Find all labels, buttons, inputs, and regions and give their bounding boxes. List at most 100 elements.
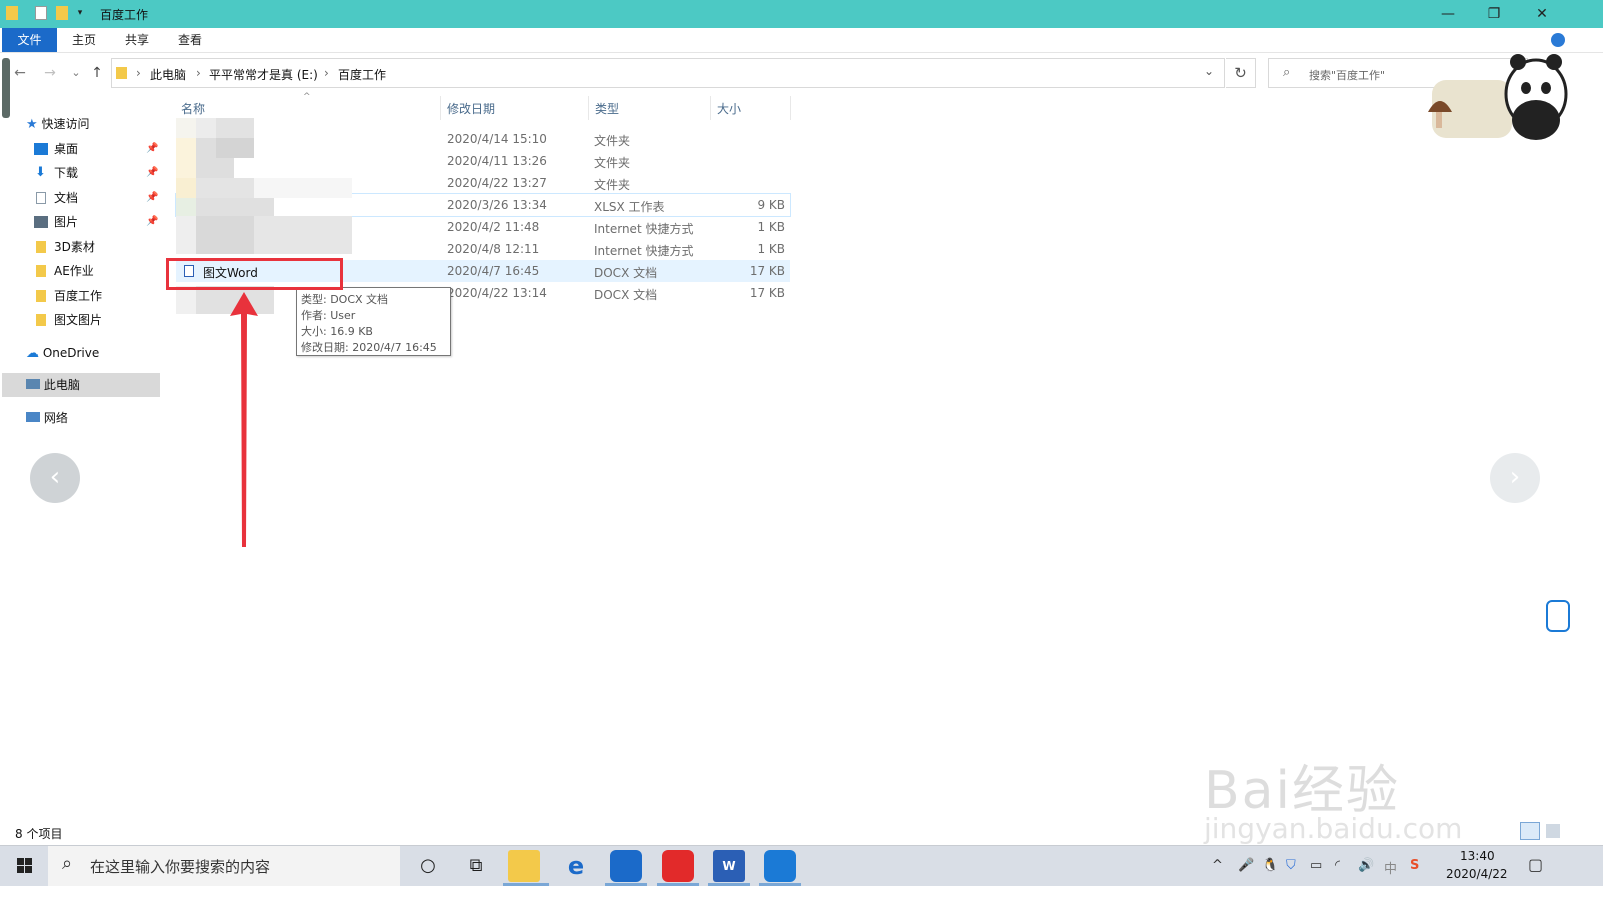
sidebar-item-downloads[interactable]: ⬇ 下载 📌	[34, 162, 160, 184]
refresh-button[interactable]: ↻	[1226, 58, 1256, 88]
search-input[interactable]: 搜索"百度工作"	[1309, 67, 1385, 83]
sidebar-label: 此电脑	[43, 378, 80, 392]
star-icon: ★	[26, 117, 38, 132]
maximize-button[interactable]: ❐	[1471, 3, 1517, 25]
file-type: DOCX 文档	[594, 266, 658, 280]
tooltip-modified: 修改日期: 2020/4/7 16:45	[301, 341, 437, 354]
previous-arrow-icon[interactable]: ‹	[30, 453, 80, 503]
large-icons-view-icon[interactable]	[1546, 824, 1560, 838]
file-type: XLSX 工作表	[594, 200, 665, 214]
column-divider[interactable]	[790, 96, 791, 120]
back-button[interactable]: ←	[10, 62, 30, 84]
start-button[interactable]	[0, 846, 48, 886]
taskbar: ⌕ 在这里输入你要搜索的内容 ○ ⧉ e W ^ 🎤 🐧 ⛉ ▭ ◜ 🔊 中 S…	[0, 845, 1603, 886]
tab-file[interactable]: 文件	[2, 28, 57, 52]
microphone-icon[interactable]: 🎤	[1238, 858, 1254, 873]
sidebar-label: AE作业	[54, 264, 94, 278]
breadcrumb-this-pc[interactable]: 此电脑	[150, 66, 186, 83]
tab-view[interactable]: 查看	[172, 28, 208, 52]
pin-icon[interactable]: 📌	[146, 138, 158, 160]
address-bar[interactable]: › 此电脑 › 平平常常才是真 (E:) › 百度工作 ⌄	[111, 58, 1225, 88]
sidebar-this-pc[interactable]: 此电脑	[26, 374, 80, 396]
wifi-icon[interactable]: ◜	[1335, 858, 1340, 873]
teamviewer-widget-icon[interactable]	[1546, 600, 1570, 632]
volume-icon[interactable]: 🔊	[1358, 858, 1374, 873]
tab-home[interactable]: 主页	[66, 28, 102, 52]
file-type: Internet 快捷方式	[594, 244, 694, 258]
sidebar-item-desktop[interactable]: 桌面 📌	[34, 138, 160, 160]
sidebar-label: OneDrive	[42, 346, 100, 360]
cloud-icon: ☁	[26, 346, 39, 361]
task-view-icon[interactable]: ⧉	[460, 850, 492, 882]
column-divider[interactable]	[588, 96, 589, 120]
taskbar-search-box[interactable]: ⌕ 在这里输入你要搜索的内容	[48, 846, 400, 886]
sidebar-item-image-text-pictures[interactable]: 图文图片	[34, 309, 160, 331]
folder-icon	[116, 67, 127, 79]
computer-icon	[26, 379, 40, 389]
next-arrow-icon[interactable]: ›	[1490, 453, 1540, 503]
details-view-icon[interactable]	[1520, 822, 1540, 840]
sidebar-item-baidu-work[interactable]: 百度工作	[34, 285, 160, 307]
title-bar: ▾ 百度工作 — ❐ ✕	[0, 0, 1603, 28]
pin-icon[interactable]: 📌	[146, 187, 158, 209]
column-header-size[interactable]: 大小	[717, 100, 741, 118]
qq-icon[interactable]: 🐧	[1262, 858, 1278, 873]
file-date: 2020/4/2 11:48	[447, 220, 540, 234]
sogou-input-icon[interactable]: S	[1410, 858, 1419, 873]
netease-music-icon[interactable]	[662, 850, 694, 882]
breadcrumb-drive-e[interactable]: 平平常常才是真 (E:)	[209, 66, 318, 83]
column-divider[interactable]	[440, 96, 441, 120]
notification-center-icon[interactable]: ▢	[1528, 855, 1543, 874]
file-explorer-app-icon[interactable]	[508, 850, 540, 882]
tooltip-type: 类型: DOCX 文档	[301, 293, 389, 306]
address-dropdown-button[interactable]: ⌄	[1204, 64, 1214, 78]
clock-time[interactable]: 13:40	[1460, 849, 1495, 863]
edge-browser-icon[interactable]: e	[560, 850, 592, 882]
show-hidden-icons-icon[interactable]: ^	[1212, 858, 1223, 873]
taskbar-search-input[interactable]: 在这里输入你要搜索的内容	[90, 856, 270, 877]
sidebar-item-pictures[interactable]: 图片 📌	[34, 211, 160, 233]
sidebar-item-ae[interactable]: AE作业	[34, 260, 160, 282]
phone-app-icon[interactable]	[764, 850, 796, 882]
column-header-date[interactable]: 修改日期	[447, 100, 495, 118]
security-shield-icon[interactable]: ⛉	[1286, 858, 1296, 873]
up-button[interactable]: ↑	[87, 62, 107, 84]
column-header-type[interactable]: 类型	[595, 100, 619, 118]
breadcrumb-separator: ›	[324, 66, 329, 80]
sidebar-network[interactable]: 网络	[26, 407, 68, 429]
clock-date[interactable]: 2020/4/22	[1446, 867, 1508, 881]
folder-icon	[36, 314, 46, 326]
download-icon: ⬇	[35, 165, 46, 180]
column-header-name[interactable]: 名称	[181, 100, 205, 118]
sidebar-quick-access[interactable]: ★ 快速访问	[26, 113, 90, 135]
sidebar-item-documents[interactable]: 文档 📌	[34, 187, 160, 209]
close-button[interactable]: ✕	[1519, 3, 1565, 25]
battery-icon[interactable]: ▭	[1310, 858, 1322, 873]
teamviewer-app-icon[interactable]	[610, 850, 642, 882]
customize-quick-access-icon[interactable]: ▾	[74, 6, 86, 20]
file-date: 2020/4/22 13:27	[447, 176, 547, 190]
document-icon	[36, 192, 46, 204]
pin-icon[interactable]: 📌	[146, 162, 158, 184]
minimize-button[interactable]: —	[1425, 3, 1471, 25]
active-app-indicator	[503, 883, 549, 886]
forward-button[interactable]: →	[40, 62, 60, 84]
open-app-indicator	[605, 883, 647, 886]
watermark-url: jingyan.baidu.com	[1204, 812, 1463, 845]
open-app-indicator	[657, 883, 699, 886]
sidebar-label: 百度工作	[54, 289, 103, 303]
sidebar-onedrive[interactable]: ☁ OneDrive	[26, 342, 99, 364]
sidebar-item-3d[interactable]: 3D素材	[34, 236, 160, 258]
file-date: 2020/4/7 16:45	[447, 264, 540, 278]
pin-icon[interactable]: 📌	[146, 211, 158, 233]
new-folder-icon[interactable]	[56, 6, 68, 20]
tab-share[interactable]: 共享	[119, 28, 155, 52]
properties-icon[interactable]	[35, 6, 47, 20]
column-divider[interactable]	[710, 96, 711, 120]
recent-locations-button[interactable]: ⌄	[66, 62, 86, 84]
cortana-icon[interactable]: ○	[412, 850, 444, 882]
ime-indicator[interactable]: 中	[1384, 858, 1397, 877]
word-app-icon[interactable]: W	[713, 850, 745, 882]
breadcrumb-current-folder[interactable]: 百度工作	[338, 66, 386, 83]
file-date: 2020/3/26 13:34	[447, 198, 547, 212]
